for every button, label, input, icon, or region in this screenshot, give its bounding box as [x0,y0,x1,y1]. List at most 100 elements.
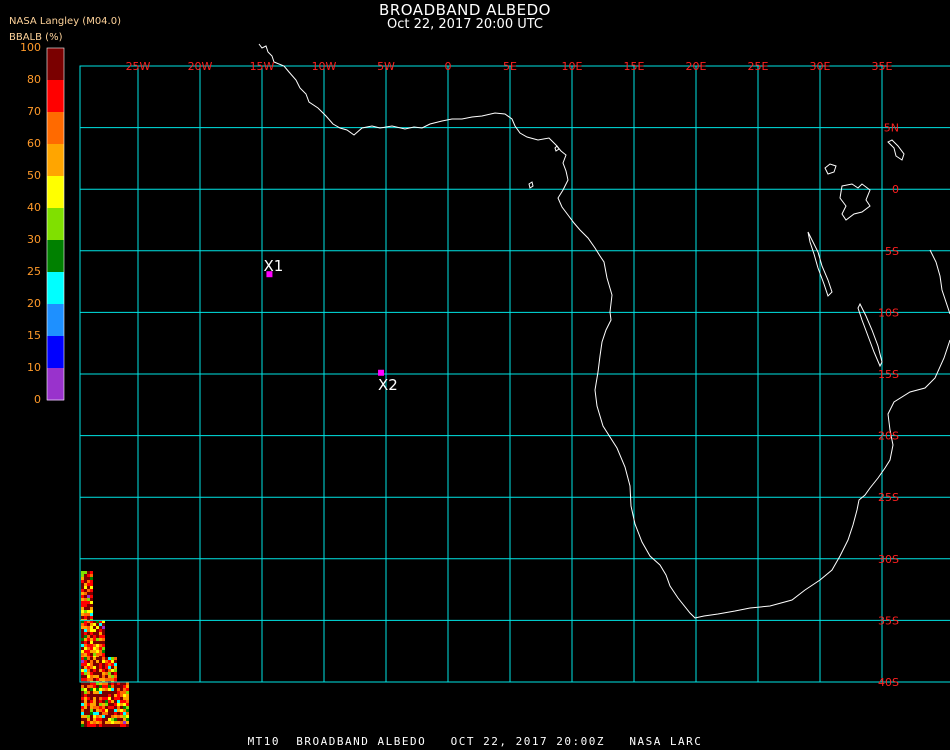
swath-pixel [87,616,90,619]
colorbar-tick-label: 70 [27,105,41,118]
swath-pixel [96,638,99,641]
swath-pixel [108,697,111,700]
swath-pixel [93,694,96,697]
swath-pixel [90,626,93,629]
swath-pixel [96,721,99,724]
swath-pixel [84,691,87,694]
swath-pixel [96,715,99,718]
colorbar-tick-label: 25 [27,265,41,278]
swath-pixel [126,700,129,703]
swath-pixel [87,574,90,577]
swath-pixel [81,685,84,688]
swath-pixel [84,724,87,727]
swath-pixel [105,715,108,718]
lake-kivu [824,163,837,175]
swath-pixel [81,574,84,577]
swath-pixel [114,718,117,721]
swath-pixel [126,724,129,727]
swath-pixel [87,650,90,653]
swath-pixel [81,709,84,712]
provider-label: NASA Langley (M04.0) [9,16,121,27]
swath-pixel [81,715,84,718]
swath-pixel [90,577,93,580]
swath-pixel [117,703,120,706]
swath-pixel [105,724,108,727]
swath-pixel [99,718,102,721]
map-datetime: Oct 22, 2017 20:00 UTC [387,17,543,32]
swath-pixel [81,638,84,641]
colorbar-tick-label: 15 [27,329,41,342]
swath-pixel [84,675,87,678]
swath-pixel [120,694,123,697]
swath-pixel [81,641,84,644]
swath-pixel [117,724,120,727]
swath-pixel [96,647,99,650]
swath-pixel [90,647,93,650]
swath-pixel [93,715,96,718]
swath-pixel [87,675,90,678]
swath-pixel [111,688,114,691]
swath-pixel [123,685,126,688]
swath-pixel [87,653,90,656]
swath-pixel [81,697,84,700]
swath-pixel [81,672,84,675]
swath-pixel [123,709,126,712]
swath-pixel [90,586,93,589]
swath-pixel [102,653,105,656]
swath-pixel [90,697,93,700]
swath-pixel [90,638,93,641]
swath-pixel [84,712,87,715]
longitude-label: 15E [624,60,645,73]
swath-pixel [111,718,114,721]
longitude-label: 20W [188,60,213,73]
swath-pixel [93,641,96,644]
swath-pixel [105,669,108,672]
swath-pixel [87,678,90,681]
swath-pixel [84,571,87,574]
swath-pixel [87,580,90,583]
swath-pixel [99,650,102,653]
swath-pixel [111,700,114,703]
swath-pixel [99,644,102,647]
swath-pixel [87,589,90,592]
colorbar-tick-label: 80 [27,73,41,86]
swath-pixel [108,706,111,709]
swath-pixel [93,629,96,632]
latitude-label: 0 [892,183,899,196]
swath-pixel [111,675,114,678]
swath-pixel [87,635,90,638]
colorbar-tick-label: 40 [27,201,41,214]
latitude-label: 20S [878,430,899,443]
swath-pixel [87,604,90,607]
swath-pixel [111,672,114,675]
swath-pixel [105,694,108,697]
swath-pixel [114,666,117,669]
swath-pixel [84,718,87,721]
swath-pixel [87,577,90,580]
swath-pixel [108,694,111,697]
swath-pixel [84,629,87,632]
swath-pixel [99,678,102,681]
swath-pixel [87,623,90,626]
swath-pixel [105,706,108,709]
swath-pixel [126,715,129,718]
swath-pixel [111,691,114,694]
swath-pixel [102,715,105,718]
swath-pixel [90,657,93,660]
swath-pixel [84,623,87,626]
swath-pixel [111,703,114,706]
colorbar-tick-label: 10 [27,361,41,374]
swath-pixel [102,721,105,724]
swath-pixel [84,632,87,635]
swath-pixel [84,592,87,595]
swath-pixel [90,721,93,724]
swath-pixel [108,721,111,724]
swath-pixel [93,712,96,715]
swath-pixel [81,601,84,604]
swath-pixel [90,675,93,678]
swath-pixel [81,623,84,626]
swath-pixel [105,718,108,721]
swath-pixel [108,715,111,718]
swath-pixel [108,672,111,675]
swath-pixel [111,669,114,672]
